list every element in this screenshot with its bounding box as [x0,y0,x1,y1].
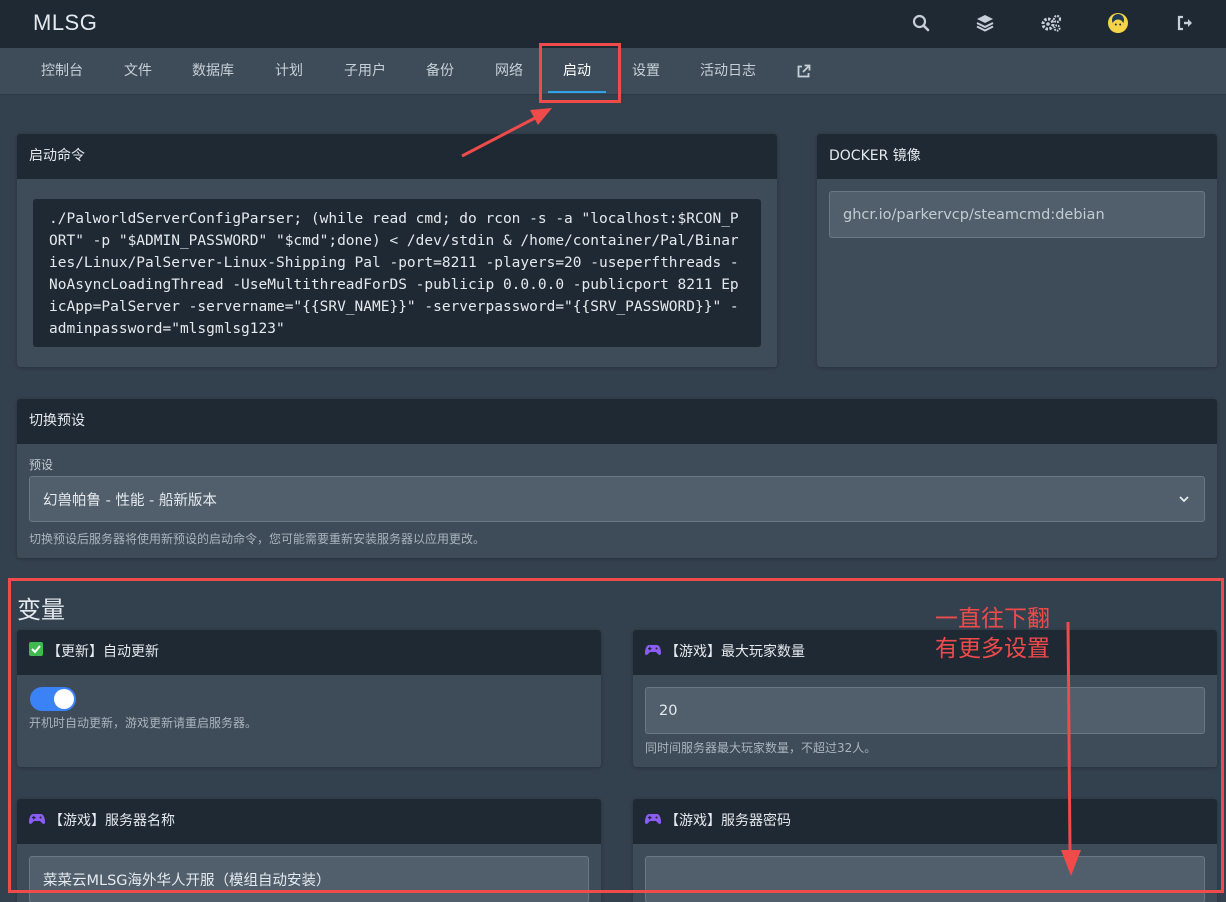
annotation-line-1: 一直往下翻 [935,606,1050,632]
annotation-arrows [461,108,1081,876]
annotation-line-2: 有更多设置 [935,636,1050,662]
arrow-scroll-down [1061,621,1081,876]
arrow-to-startup-tab [461,108,552,158]
